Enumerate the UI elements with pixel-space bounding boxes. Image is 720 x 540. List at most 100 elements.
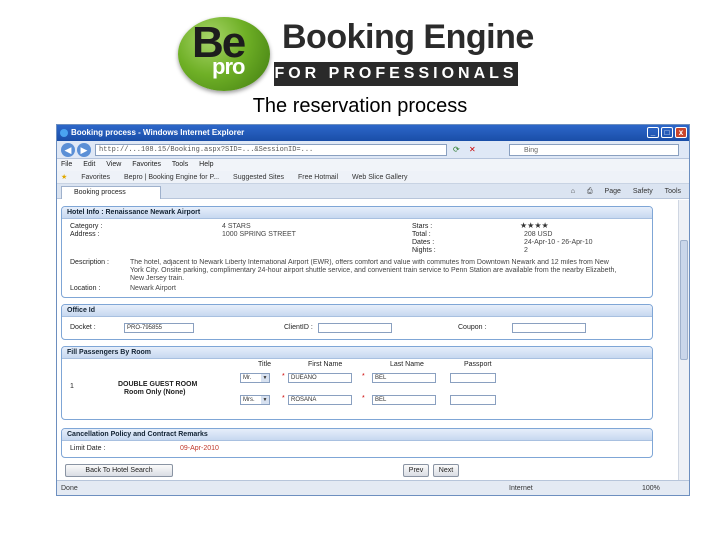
total-value: 208 USD <box>524 231 553 238</box>
window-titlebar: Booking process - Windows Internet Explo… <box>57 125 689 141</box>
refresh-icon[interactable]: ⟳ <box>453 145 460 154</box>
window-title: Booking process - Windows Internet Explo… <box>71 128 245 137</box>
office-id-panel: Office Id Docket : PRO-795855 ClientID :… <box>61 304 653 340</box>
description-value: The hotel, adjacent to Newark Liberty In… <box>130 259 617 282</box>
location-value: Newark Airport <box>130 285 176 292</box>
menu-favorites[interactable]: Favorites <box>132 161 161 168</box>
menu-view[interactable]: View <box>106 161 121 168</box>
cancellation-panel: Cancellation Policy and Contract Remarks… <box>61 428 653 458</box>
office-id-header: Office Id <box>62 305 652 317</box>
passengers-header: Fill Passengers By Room <box>62 347 652 359</box>
room-board: Room Only (None) <box>124 389 186 396</box>
browser-window: Booking process - Windows Internet Explo… <box>56 124 690 496</box>
favorites-button[interactable]: Favorites <box>81 174 110 181</box>
required-mark: * <box>362 395 365 402</box>
favorites-star-icon[interactable]: ★ <box>61 174 67 181</box>
cancellation-header: Cancellation Policy and Contract Remarks <box>62 429 652 441</box>
chevron-down-icon: ▼ <box>261 396 269 404</box>
logo-title: Booking Engine <box>282 18 534 56</box>
tab-bar: Booking process ⌂ ⎙ Page Safety Tools <box>57 184 689 199</box>
last-name-input-2[interactable]: BEL <box>372 395 436 405</box>
safety-menu[interactable]: Safety <box>633 188 653 195</box>
total-label: Total : <box>412 231 431 238</box>
menu-tools[interactable]: Tools <box>172 161 188 168</box>
close-icon[interactable]: x <box>675 127 687 138</box>
hotel-info-header: Hotel Info : Renaissance Newark Airport <box>62 207 652 219</box>
search-input[interactable]: Bing <box>509 144 679 156</box>
address-bar: ◀ ▶ http://...108.15/Booking.aspx?SID=..… <box>57 141 689 159</box>
clientid-input[interactable] <box>318 323 392 333</box>
stars-rating: ★★★★ <box>520 221 549 230</box>
title-value-2: Mrs. <box>243 397 255 403</box>
title-select-2[interactable]: Mrs. ▼ <box>240 395 270 405</box>
docket-label: Docket : <box>70 324 96 331</box>
first-name-input-2[interactable]: ROSANA <box>288 395 352 405</box>
coupon-label: Coupon : <box>458 324 487 331</box>
hotel-info-panel: Hotel Info : Renaissance Newark Airport … <box>61 206 653 298</box>
title-select-1[interactable]: Mr. ▼ <box>240 373 270 383</box>
last-name-input-1[interactable]: BEL <box>372 373 436 383</box>
page-content: Hotel Info : Renaissance Newark Airport … <box>57 200 679 482</box>
col-last-name: Last Name <box>390 361 424 368</box>
prev-button[interactable]: Prev <box>403 464 429 477</box>
vertical-scrollbar[interactable] <box>678 200 689 482</box>
address-label: Address : <box>70 231 100 238</box>
first-name-input-1[interactable]: DUEANO <box>288 373 352 383</box>
room-index: 1 <box>70 383 74 390</box>
tools-menu[interactable]: Tools <box>665 188 681 195</box>
col-first-name: First Name <box>308 361 343 368</box>
print-icon[interactable]: ⎙ <box>587 188 593 195</box>
clientid-label: ClientID : <box>284 324 313 331</box>
logo-pro-text: pro <box>212 54 245 79</box>
favorite-link-suggested[interactable]: Suggested Sites <box>233 174 284 181</box>
menu-help[interactable]: Help <box>199 161 213 168</box>
zoom-level[interactable]: 100% <box>642 481 660 495</box>
scrollbar-thumb[interactable] <box>680 240 688 360</box>
favorite-link-slice[interactable]: Web Slice Gallery <box>352 174 408 181</box>
url-input[interactable]: http://...108.15/Booking.aspx?SID=...&Se… <box>95 144 447 156</box>
favorite-link-hotmail[interactable]: Free Hotmail <box>298 174 338 181</box>
chevron-down-icon: ▼ <box>261 374 269 382</box>
status-text: Done <box>61 485 78 492</box>
page-menu[interactable]: Page <box>605 188 621 195</box>
forward-arrow-icon[interactable]: ▶ <box>77 143 91 157</box>
limit-date-value: 09-Apr-2010 <box>180 445 219 452</box>
title-value-1: Mr. <box>243 375 252 381</box>
stop-icon[interactable]: ✕ <box>469 145 476 154</box>
ie-icon <box>60 129 68 137</box>
next-button[interactable]: Next <box>433 464 459 477</box>
menu-file[interactable]: File <box>61 161 72 168</box>
passport-input-1[interactable] <box>450 373 496 383</box>
minimize-icon[interactable]: _ <box>647 127 659 138</box>
tab-booking-process[interactable]: Booking process <box>61 186 161 199</box>
command-bar: ⌂ ⎙ Page Safety Tools <box>561 186 681 197</box>
room-type: DOUBLE GUEST ROOM <box>118 381 198 388</box>
back-to-hotel-search-button[interactable]: Back To Hotel Search <box>65 464 173 477</box>
dates-value: 24-Apr-10 - 26-Apr-10 <box>524 239 593 246</box>
nights-value: 2 <box>524 247 528 254</box>
limit-date-label: Limit Date : <box>70 445 106 452</box>
stars-label: Stars : <box>412 223 433 230</box>
coupon-input[interactable] <box>512 323 586 333</box>
col-title: Title <box>258 361 271 368</box>
category-label: Category : <box>70 223 103 230</box>
address-value: 1000 SPRING STREET <box>222 231 296 238</box>
required-mark: * <box>282 373 285 380</box>
docket-input[interactable]: PRO-795855 <box>124 323 194 333</box>
required-mark: * <box>282 395 285 402</box>
status-bar: Done Internet 100% <box>57 480 689 495</box>
back-arrow-icon[interactable]: ◀ <box>61 143 75 157</box>
passport-input-2[interactable] <box>450 395 496 405</box>
favorite-link-bepro[interactable]: Bepro | Booking Engine for P... <box>124 174 219 181</box>
internet-zone: Internet <box>509 485 533 492</box>
logo-subtitle: FOR PROFESSIONALS <box>274 62 518 86</box>
slide-caption: The reservation process <box>252 95 468 117</box>
required-mark: * <box>362 373 365 380</box>
menu-bar: File Edit View Favorites Tools Help <box>57 159 689 171</box>
location-label: Location : <box>70 285 101 292</box>
home-icon[interactable]: ⌂ <box>571 188 575 195</box>
dates-label: Dates : <box>412 239 435 246</box>
description-label: Description : <box>70 259 109 266</box>
maximize-icon[interactable]: □ <box>661 127 673 138</box>
menu-edit[interactable]: Edit <box>83 161 95 168</box>
